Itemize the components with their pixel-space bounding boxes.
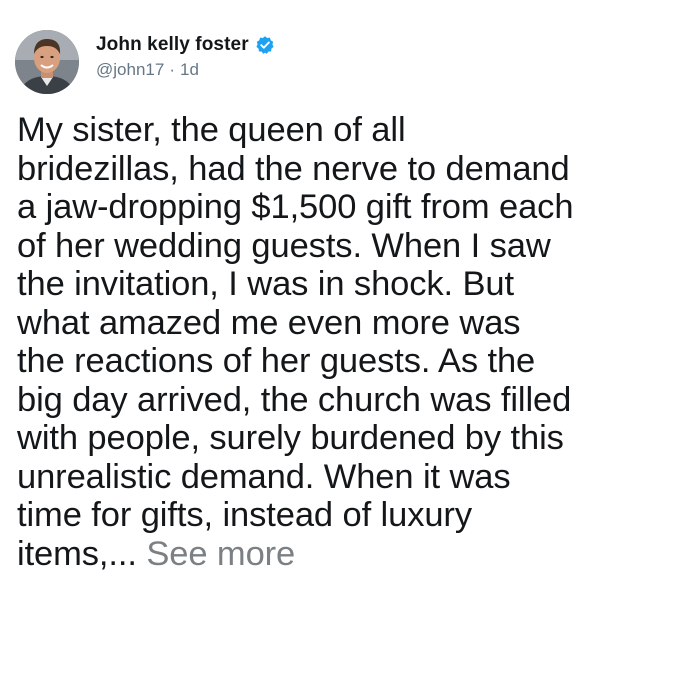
meta-row: @john17 · 1d bbox=[96, 60, 275, 80]
see-more-link[interactable]: See more bbox=[146, 535, 295, 573]
name-row: John kelly foster bbox=[96, 33, 275, 57]
tweet-text-line: My sister, the queen of all bbox=[17, 111, 406, 149]
tweet-text-line: unrealistic demand. When it was bbox=[17, 457, 511, 496]
tweet-card: John kelly foster @john17 · 1d My sister… bbox=[0, 0, 700, 700]
display-name[interactable]: John kelly foster bbox=[96, 34, 249, 56]
avatar-photo-icon bbox=[15, 30, 79, 94]
timestamp[interactable]: 1d bbox=[180, 60, 199, 80]
tweet-text: My sister, the queen of all bridezillas,… bbox=[17, 111, 697, 573]
tweet-text-line: with people, surely burdened by this bbox=[17, 419, 564, 457]
tweet-text-line: big day arrived, the church was filled bbox=[17, 380, 572, 419]
tweet-text-last-line: items,... See more bbox=[17, 535, 697, 574]
tweet-text-line: the invitation, I was in shock. But bbox=[17, 265, 515, 303]
tweet-text-line: the reactions of her guests. As the bbox=[17, 342, 536, 380]
tweet-text-line: what amazed me even more was bbox=[17, 303, 521, 342]
tweet-text-line: time for gifts, instead of luxury bbox=[17, 496, 472, 534]
tweet-text-line: bridezillas, had the nerve to demand bbox=[17, 149, 570, 188]
verified-badge-icon bbox=[255, 35, 275, 55]
tweet-text-line: a jaw-dropping $1,500 gift from each bbox=[17, 188, 574, 226]
separator-dot: · bbox=[169, 60, 175, 79]
handle[interactable]: @john17 bbox=[96, 60, 164, 80]
avatar[interactable] bbox=[15, 30, 79, 94]
tweet-header: John kelly foster @john17 · 1d bbox=[96, 33, 275, 80]
tweet-text-tail: items,... bbox=[17, 534, 147, 573]
tweet-text-line: of her wedding guests. When I saw bbox=[17, 226, 551, 265]
